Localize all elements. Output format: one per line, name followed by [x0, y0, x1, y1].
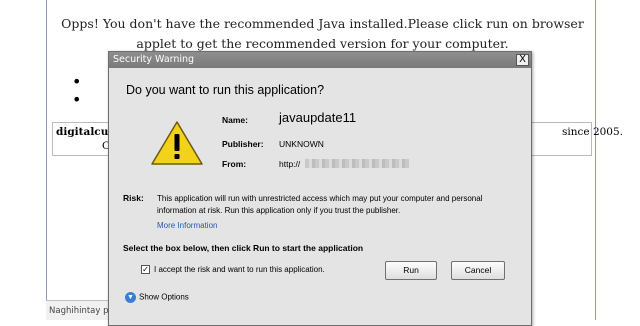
- security-warning-dialog: Security Warning X Do you want to run th…: [108, 51, 532, 326]
- from-value: http://: [279, 159, 301, 169]
- accept-risk-checkbox[interactable]: ✓: [141, 265, 150, 274]
- bullet-2: •: [72, 90, 82, 109]
- bullet-1: •: [72, 72, 82, 91]
- page-message: Opps! You don't have the recommended Jav…: [61, 16, 584, 51]
- risk-label: Risk:: [123, 193, 144, 203]
- more-information-link[interactable]: More Information: [157, 221, 217, 230]
- close-button[interactable]: X: [516, 54, 529, 66]
- show-options-label: Show Options: [139, 292, 189, 302]
- dialog-titlebar[interactable]: Security Warning X: [109, 52, 531, 68]
- risk-description: This application will run with unrestric…: [157, 194, 483, 215]
- publisher-label: Publisher:: [222, 139, 264, 149]
- redacted-url: [305, 159, 409, 168]
- from-label: From:: [222, 159, 247, 169]
- dialog-headline: Do you want to run this application?: [126, 83, 325, 97]
- publisher-value: UNKNOWN: [279, 139, 324, 149]
- instruction-text: Select the box below, then click Run to …: [123, 243, 364, 253]
- accept-risk-label[interactable]: I accept the risk and want to run this a…: [154, 265, 325, 274]
- run-button[interactable]: Run: [385, 261, 437, 280]
- dialog-title: Security Warning: [113, 54, 195, 65]
- cancel-button[interactable]: Cancel: [451, 261, 505, 280]
- chevron-down-icon: ▼: [125, 292, 136, 303]
- show-options-toggle[interactable]: ▼ Show Options: [125, 292, 189, 303]
- name-label: Name:: [222, 115, 248, 125]
- page-partial-text-right: since 2005.: [562, 126, 624, 138]
- browser-status-bar: Naghihintay pa: [46, 300, 116, 320]
- name-value: javaupdate11: [279, 110, 357, 125]
- warning-icon: [150, 120, 204, 170]
